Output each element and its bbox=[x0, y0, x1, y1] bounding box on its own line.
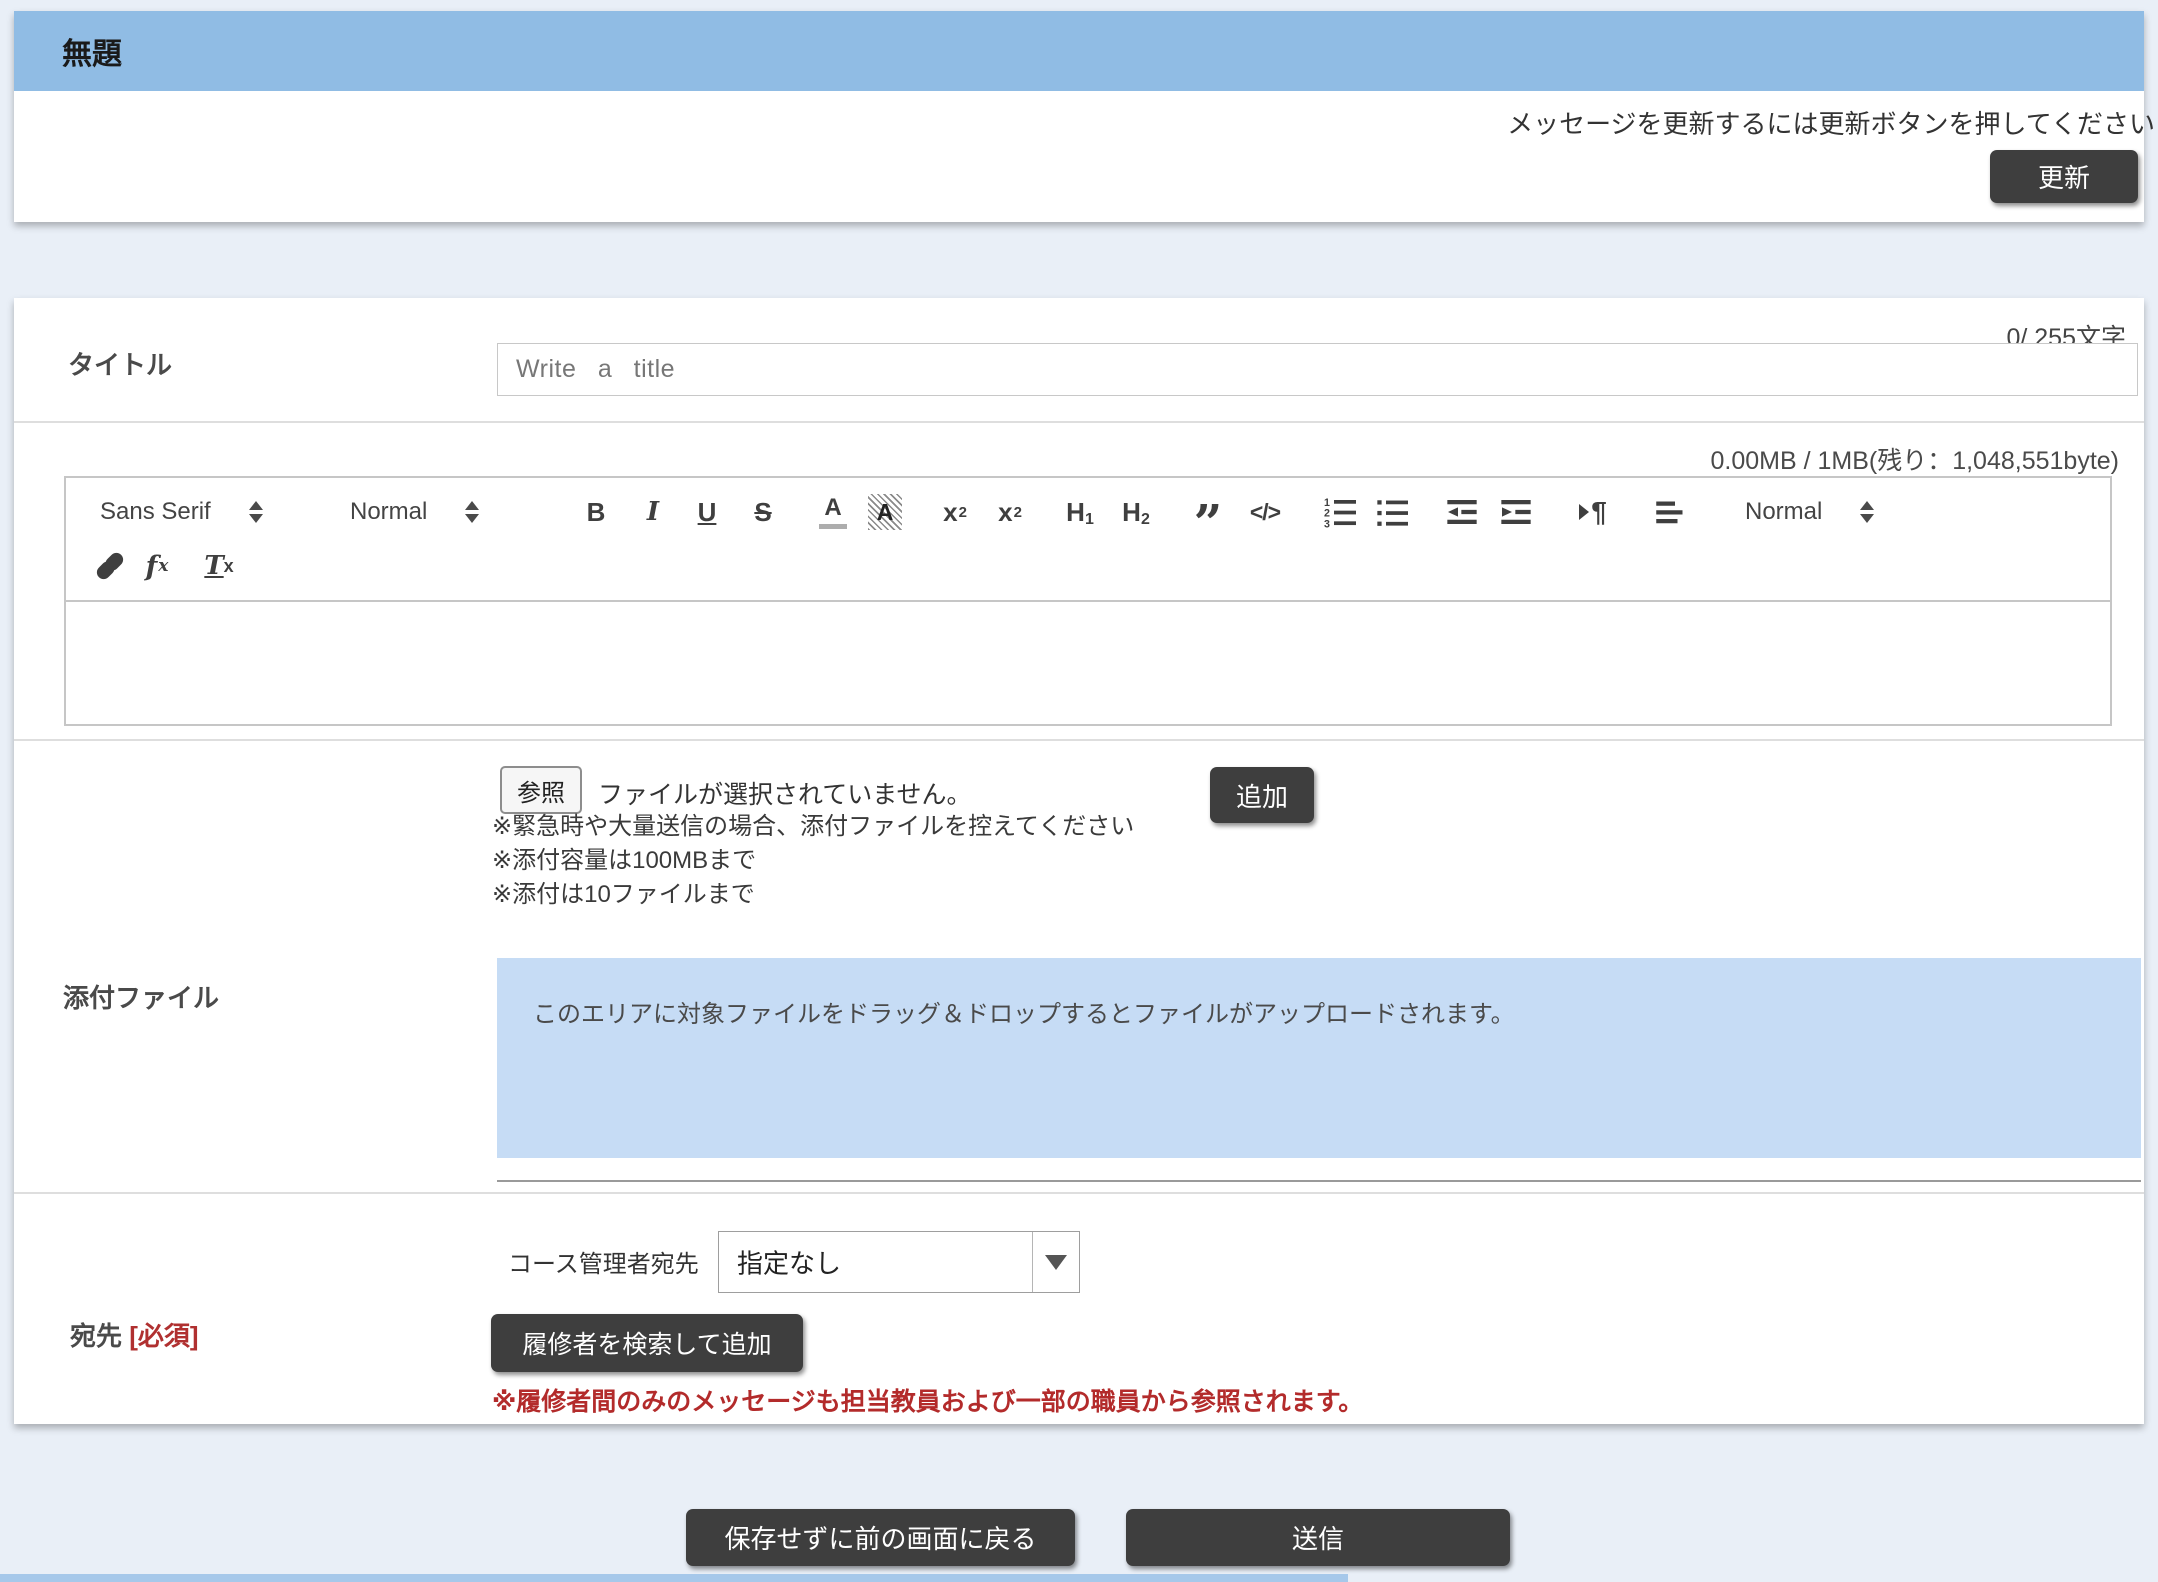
code-block-icon[interactable]: </> bbox=[1239, 489, 1291, 535]
selected-option: 指定なし bbox=[737, 1244, 841, 1281]
indent-icon[interactable] bbox=[1495, 489, 1537, 535]
divider bbox=[14, 421, 2144, 423]
attachment-notes: ※緊急時や大量送信の場合、添付ファイルを控えてください ※添付容量は100MBま… bbox=[492, 810, 1134, 912]
editor-toolbar: Sans Serif Normal B I U S A A bbox=[64, 476, 2112, 602]
clear-format-icon[interactable]: Tx bbox=[198, 543, 240, 589]
divider bbox=[14, 1192, 2144, 1194]
update-button[interactable]: 更新 bbox=[1990, 150, 2138, 203]
header-2-icon[interactable]: H2 bbox=[1115, 489, 1157, 535]
recipient-label: 宛先 [必須] bbox=[70, 1316, 199, 1353]
toolbar-row-1: Sans Serif Normal B I U S A A bbox=[100, 484, 2110, 540]
toolbar-row-2: fx Tx bbox=[100, 540, 2110, 592]
footer-blue-strip bbox=[0, 1574, 1348, 1582]
divider bbox=[14, 739, 2144, 741]
bullet-list-icon[interactable] bbox=[1371, 489, 1413, 535]
text-color-icon[interactable]: A bbox=[812, 495, 854, 529]
page-title: 無題 bbox=[62, 29, 122, 73]
select-arrow-zone bbox=[1032, 1232, 1079, 1292]
picker-arrows-icon bbox=[465, 501, 479, 523]
paragraph-style-picker[interactable]: Normal bbox=[1745, 498, 1965, 526]
attachment-note: ※添付容量は100MBまで bbox=[492, 844, 1134, 878]
browse-file-button[interactable]: 参照 bbox=[500, 766, 582, 814]
superscript-icon[interactable]: x2 bbox=[989, 489, 1031, 535]
attachment-note: ※添付は10ファイルまで bbox=[492, 878, 1134, 912]
editor-content-area[interactable] bbox=[64, 602, 2112, 726]
subscript-icon[interactable]: x2 bbox=[934, 489, 976, 535]
text-direction-icon[interactable]: ¶ bbox=[1565, 489, 1621, 535]
font-size-picker[interactable]: Normal bbox=[350, 498, 547, 526]
picker-arrows-icon bbox=[1860, 501, 1874, 523]
back-without-save-button[interactable]: 保存せずに前の画面に戻る bbox=[686, 1509, 1075, 1566]
title-input[interactable] bbox=[497, 343, 2138, 396]
attachment-label: 添付ファイル bbox=[63, 978, 219, 1015]
message-edit-screen: 無題 メッセージを更新するには更新ボタンを押してください 更新 0/ 255文字… bbox=[0, 0, 2158, 1582]
formula-icon[interactable]: fx bbox=[136, 543, 178, 589]
message-header-card: 無題 メッセージを更新するには更新ボタンを押してください 更新 bbox=[14, 11, 2144, 222]
blockquote-icon[interactable]: ” bbox=[1185, 478, 1231, 546]
title-label: タイトル bbox=[68, 345, 172, 382]
search-students-button[interactable]: 履修者を検索して追加 bbox=[491, 1314, 803, 1372]
ordered-list-icon[interactable]: 123 bbox=[1319, 489, 1361, 535]
file-drop-zone[interactable]: このエリアに対象ファイルをドラッグ＆ドロップするとファイルがアップロードされます… bbox=[497, 958, 2141, 1158]
header-1-icon[interactable]: H1 bbox=[1059, 489, 1101, 535]
italic-icon[interactable]: I bbox=[632, 489, 674, 535]
recipient-warning-text: ※履修者間のみのメッセージも担当教員および一部の職員から参照されます。 bbox=[492, 1382, 1363, 1418]
drop-zone-underline bbox=[497, 1180, 2141, 1182]
link-icon[interactable] bbox=[90, 543, 130, 589]
rich-text-editor: Sans Serif Normal B I U S A A bbox=[64, 476, 2112, 726]
course-admin-select[interactable]: 指定なし bbox=[718, 1231, 1080, 1293]
outdent-icon[interactable] bbox=[1441, 489, 1483, 535]
body-size-info: 0.00MB / 1MB(残り：1,048,551byte) bbox=[1710, 441, 2119, 477]
required-badge: [必須] bbox=[129, 1321, 198, 1351]
send-button[interactable]: 送信 bbox=[1126, 1509, 1510, 1566]
bold-icon[interactable]: B bbox=[575, 489, 617, 535]
strikethrough-icon[interactable]: S bbox=[742, 489, 784, 535]
svg-text:3: 3 bbox=[1324, 518, 1330, 528]
no-file-selected-text: ファイルが選択されていません。 bbox=[598, 775, 972, 811]
page-title-bar: 無題 bbox=[14, 11, 2144, 91]
font-family-picker[interactable]: Sans Serif bbox=[100, 498, 322, 526]
background-color-icon[interactable]: A bbox=[868, 494, 902, 530]
dropdown-arrow-icon bbox=[1045, 1255, 1067, 1270]
message-form-card: 0/ 255文字 タイトル 0.00MB / 1MB(残り：1,048,551b… bbox=[14, 298, 2144, 1424]
attachment-note: ※緊急時や大量送信の場合、添付ファイルを控えてください bbox=[492, 810, 1134, 844]
update-hint-text: メッセージを更新するには更新ボタンを押してください bbox=[1507, 104, 2155, 141]
course-admin-recipient-label: コース管理者宛先 bbox=[508, 1244, 699, 1279]
add-attachment-button[interactable]: 追加 bbox=[1210, 767, 1314, 823]
picker-arrows-icon bbox=[249, 501, 263, 523]
align-icon[interactable] bbox=[1649, 489, 1691, 535]
drop-zone-hint: このエリアに対象ファイルをドラッグ＆ドロップするとファイルがアップロードされます… bbox=[533, 994, 1515, 1029]
underline-icon[interactable]: U bbox=[686, 489, 728, 535]
